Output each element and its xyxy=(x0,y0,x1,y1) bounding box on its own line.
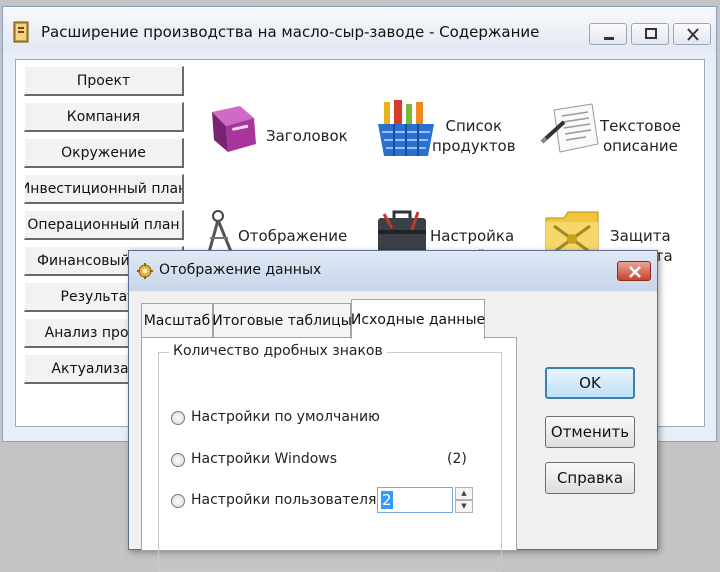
maximize-button[interactable] xyxy=(631,23,669,45)
radio-user-label[interactable]: Настройки пользователя xyxy=(191,492,376,508)
sidebar-item-project[interactable]: Проект xyxy=(24,66,184,96)
spin-down-button[interactable]: ▼ xyxy=(455,500,473,513)
sidebar-item-environment[interactable]: Окружение xyxy=(24,138,184,168)
book-icon[interactable] xyxy=(206,100,262,156)
decimal-places-value: 2 xyxy=(381,491,393,509)
dialog-title-bar: Отображение данных xyxy=(129,251,657,291)
window-title: Расширение производства на масло-сыр-зав… xyxy=(41,23,540,41)
gear-icon xyxy=(137,263,153,279)
dialog-close-button[interactable] xyxy=(617,261,651,281)
dialog-title: Отображение данных xyxy=(159,262,322,278)
tool-header-label[interactable]: Заголовок xyxy=(266,126,348,146)
spin-up-button[interactable]: ▲ xyxy=(455,487,473,500)
tab-scale[interactable]: Масштаб xyxy=(141,303,213,337)
radio-windows-label[interactable]: Настройки Windows xyxy=(191,451,337,467)
basket-icon[interactable] xyxy=(374,98,438,160)
close-icon xyxy=(629,266,641,278)
decimal-places-stepper[interactable]: ▲ ▼ xyxy=(455,487,473,513)
tool-calc-line1: Настройка xyxy=(430,227,515,245)
tool-text-line2: описание xyxy=(602,137,678,155)
tab-source-data[interactable]: Исходные данные xyxy=(351,299,485,339)
tool-products-line1: Список xyxy=(445,117,503,135)
tab-panel: Количество дробных знаков xyxy=(141,337,517,572)
radio-default-label[interactable]: Настройки по умолчанию xyxy=(191,409,380,425)
tool-products-line2: продуктов xyxy=(432,137,516,155)
tab-summary-tables[interactable]: Итоговые таблицы xyxy=(212,303,352,337)
close-icon xyxy=(687,28,699,41)
help-button[interactable]: Справка xyxy=(545,462,635,494)
cancel-button[interactable]: Отменить xyxy=(545,416,635,448)
tool-text-label[interactable]: Текстовое описание xyxy=(600,116,681,156)
app-icon xyxy=(13,21,29,43)
radio-windows[interactable] xyxy=(171,453,185,467)
maximize-icon xyxy=(645,28,657,39)
ok-button[interactable]: OK xyxy=(545,367,635,399)
document-pen-icon[interactable] xyxy=(540,100,602,158)
sidebar-item-operational[interactable]: Операционный план xyxy=(24,210,184,240)
decimal-places-input[interactable]: 2 xyxy=(377,487,453,513)
sidebar-item-investment[interactable]: Инвестиционный план xyxy=(24,174,184,204)
tool-text-line1: Текстовое xyxy=(600,117,681,135)
close-window-button[interactable] xyxy=(673,23,711,45)
display-settings-dialog: Отображение данных Масштаб Итоговые табл… xyxy=(128,250,658,572)
sidebar-item-company[interactable]: Компания xyxy=(24,102,184,132)
radio-user[interactable] xyxy=(171,494,185,508)
radio-default[interactable] xyxy=(171,411,185,425)
tool-protect-line1: Защита xyxy=(610,227,671,245)
group-label: Количество дробных знаков xyxy=(169,343,387,359)
minimize-button[interactable] xyxy=(589,23,627,45)
tool-products-label[interactable]: Список продуктов xyxy=(432,116,516,156)
windows-value: (2) xyxy=(447,451,467,467)
minimize-icon xyxy=(604,37,614,40)
tool-display-line1: Отображение xyxy=(238,227,348,245)
title-bar: Расширение производства на масло-сыр-зав… xyxy=(3,7,716,51)
